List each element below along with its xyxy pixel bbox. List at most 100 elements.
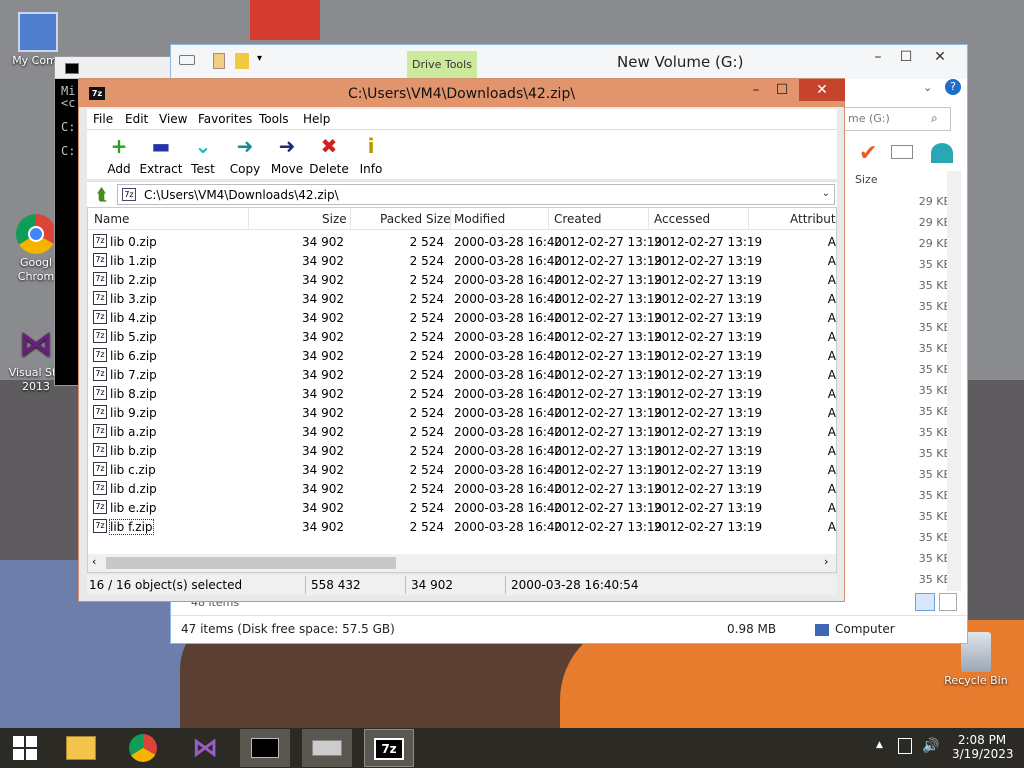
help-icon[interactable]: ? xyxy=(945,79,961,95)
add-icon: + xyxy=(110,134,128,158)
checkmark-icon[interactable]: ✔ xyxy=(859,141,877,166)
zip-file-icon: 7z xyxy=(93,481,107,495)
volume-icon[interactable]: 🔊 xyxy=(922,738,939,754)
table-row[interactable]: 7z lib c.zip 34 902 2 524 2000-03-28 16:40 20… xyxy=(88,460,836,479)
table-row[interactable]: 7z lib 2.zip 34 902 2 524 2000-03-28 16:40 20… xyxy=(88,270,836,289)
clock[interactable]: 2:08 PM 3/19/2023 xyxy=(952,733,1014,761)
cell-packed: 2 524 xyxy=(409,501,444,515)
cell-attr: A xyxy=(827,444,836,458)
menu-favorites[interactable]: Favorites xyxy=(198,112,252,126)
scroll-left-icon[interactable]: ‹ xyxy=(92,555,96,568)
address-bar: ⮬ 7z C:\Users\VM4\Downloads\42.zip\ ⌄ xyxy=(87,181,837,207)
table-row[interactable]: 7z lib 4.zip 34 902 2 524 2000-03-28 16:40 20… xyxy=(88,308,836,327)
start-button[interactable] xyxy=(0,729,50,767)
table-row[interactable]: 7z lib 3.zip 34 902 2 524 2000-03-28 16:40 20… xyxy=(88,289,836,308)
7zip-window[interactable]: 7z C:\Users\VM4\Downloads\42.zip\ – ☐ ✕ … xyxy=(78,78,845,602)
new-folder-icon[interactable] xyxy=(235,53,249,69)
large-icons-view-icon[interactable] xyxy=(939,593,957,611)
size-column-header[interactable]: Size xyxy=(855,173,935,186)
table-row[interactable]: 7z lib 6.zip 34 902 2 524 2000-03-28 16:40 20… xyxy=(88,346,836,365)
cell-created: 2012-02-27 13:19 xyxy=(554,235,663,249)
taskbar-chrome[interactable] xyxy=(118,729,168,767)
7zip-titlebar[interactable]: 7z C:\Users\VM4\Downloads\42.zip\ – ☐ ✕ xyxy=(79,79,845,107)
cell-accessed: 2012-02-27 13:19 xyxy=(654,311,763,325)
close-button[interactable]: ✕ xyxy=(799,79,845,101)
explorer-titlebar[interactable]: ▾ Drive Tools New Volume (G:) – ☐ ✕ xyxy=(171,45,967,79)
menu-file[interactable]: File xyxy=(93,112,113,126)
cell-attr: A xyxy=(827,330,836,344)
table-row[interactable]: 7z lib b.zip 34 902 2 524 2000-03-28 16:40 20… xyxy=(88,441,836,460)
column-created[interactable]: Created xyxy=(554,212,602,226)
show-hidden-icons-icon[interactable]: ▲ xyxy=(876,740,883,750)
tool-add-button[interactable]: + Add xyxy=(97,134,141,176)
shell-icon[interactable] xyxy=(931,143,953,163)
menu-tools[interactable]: Tools xyxy=(259,112,289,126)
tool-delete-button[interactable]: ✖ Delete xyxy=(307,134,351,176)
menu-help[interactable]: Help xyxy=(303,112,330,126)
cell-packed: 2 524 xyxy=(409,330,444,344)
taskbar-visual-studio[interactable]: ⋈ xyxy=(180,729,230,767)
column-attributes[interactable]: Attribute xyxy=(790,212,836,226)
cell-name: lib 2.zip xyxy=(110,273,157,287)
table-row[interactable]: 7z lib 5.zip 34 902 2 524 2000-03-28 16:40 20… xyxy=(88,327,836,346)
table-row[interactable]: 7z lib 0.zip 34 902 2 524 2000-03-28 16:40 20… xyxy=(88,232,836,251)
toolbar: + Add ▬ Extract ⌄ Test ➜ Copy ➜ Move ✖ Delete i Info xyxy=(87,129,837,179)
cell-accessed: 2012-02-27 13:19 xyxy=(654,330,763,344)
cmd-line: <c xyxy=(61,96,76,110)
cell-created: 2012-02-27 13:19 xyxy=(554,501,663,515)
size-cell: 35 KB xyxy=(918,573,951,586)
table-row[interactable]: 7z lib d.zip 34 902 2 524 2000-03-28 16:40 20… xyxy=(88,479,836,498)
scrollbar-thumb[interactable] xyxy=(106,557,396,569)
table-row[interactable]: 7z lib f.zip 34 902 2 524 2000-03-28 16:40 20… xyxy=(88,517,836,536)
table-row[interactable]: 7z lib e.zip 34 902 2 524 2000-03-28 16:40 20… xyxy=(88,498,836,517)
tool-info-button[interactable]: i Info xyxy=(349,134,393,176)
table-row[interactable]: 7z lib 7.zip 34 902 2 524 2000-03-28 16:40 20… xyxy=(88,365,836,384)
tool-move-button[interactable]: ➜ Move xyxy=(265,134,309,176)
maximize-button[interactable]: ☐ xyxy=(889,45,923,71)
visual-studio-icon: ⋈ xyxy=(192,733,218,763)
horizontal-scrollbar[interactable]: ‹ › xyxy=(88,554,836,572)
up-folder-icon[interactable]: ⮬ xyxy=(93,186,111,204)
table-row[interactable]: 7z lib 9.zip 34 902 2 524 2000-03-28 16:40 20… xyxy=(88,403,836,422)
chevron-down-icon[interactable]: ⌄ xyxy=(822,188,830,199)
maximize-button[interactable]: ☐ xyxy=(767,79,797,101)
cell-attr: A xyxy=(827,425,836,439)
table-row[interactable]: 7z lib a.zip 34 902 2 524 2000-03-28 16:40 20… xyxy=(88,422,836,441)
table-row[interactable]: 7z lib 8.zip 34 902 2 524 2000-03-28 16:40 20… xyxy=(88,384,836,403)
vertical-scrollbar[interactable] xyxy=(947,171,961,591)
scroll-right-icon[interactable]: › xyxy=(824,555,828,568)
tool-copy-button[interactable]: ➜ Copy xyxy=(223,134,267,176)
search-icon[interactable]: ⌕ xyxy=(931,111,938,126)
column-size[interactable]: Size xyxy=(322,212,347,226)
zip-file-icon: 7z xyxy=(93,519,107,533)
tool-extract-button[interactable]: ▬ Extract xyxy=(139,134,183,176)
column-name[interactable]: Name xyxy=(94,212,129,226)
column-accessed[interactable]: Accessed xyxy=(654,212,710,226)
cmd-titlebar[interactable] xyxy=(55,57,173,79)
chevron-down-icon[interactable]: ▾ xyxy=(257,53,262,64)
network-icon[interactable] xyxy=(898,738,912,754)
size-cell: 35 KB xyxy=(918,489,951,502)
cell-size: 34 902 xyxy=(302,254,344,268)
properties-icon[interactable] xyxy=(213,53,225,69)
table-row[interactable]: 7z lib 1.zip 34 902 2 524 2000-03-28 16:40 20… xyxy=(88,251,836,270)
address-input[interactable]: 7z C:\Users\VM4\Downloads\42.zip\ ⌄ xyxy=(117,184,835,205)
drive-view-icon[interactable] xyxy=(891,145,913,159)
column-modified[interactable]: Modified xyxy=(454,212,505,226)
taskbar-cmd[interactable] xyxy=(240,729,290,767)
file-list[interactable]: Name Size Packed Size Modified Created A… xyxy=(87,207,837,573)
taskbar-drive[interactable] xyxy=(302,729,352,767)
cell-packed: 2 524 xyxy=(409,406,444,420)
column-packed-size[interactable]: Packed Size xyxy=(380,212,451,226)
taskbar-7zip[interactable]: 7z xyxy=(364,729,414,767)
tool-test-button[interactable]: ⌄ Test xyxy=(181,134,225,176)
size-cell: 35 KB xyxy=(918,405,951,418)
taskbar-file-explorer[interactable] xyxy=(56,729,106,767)
details-view-icon[interactable] xyxy=(915,593,935,611)
cell-size: 34 902 xyxy=(302,444,344,458)
menu-edit[interactable]: Edit xyxy=(125,112,148,126)
chevron-down-icon[interactable]: ⌄ xyxy=(923,81,932,94)
drive-tools-tab[interactable]: Drive Tools xyxy=(407,51,477,79)
close-button[interactable]: ✕ xyxy=(923,45,957,71)
menu-view[interactable]: View xyxy=(159,112,187,126)
